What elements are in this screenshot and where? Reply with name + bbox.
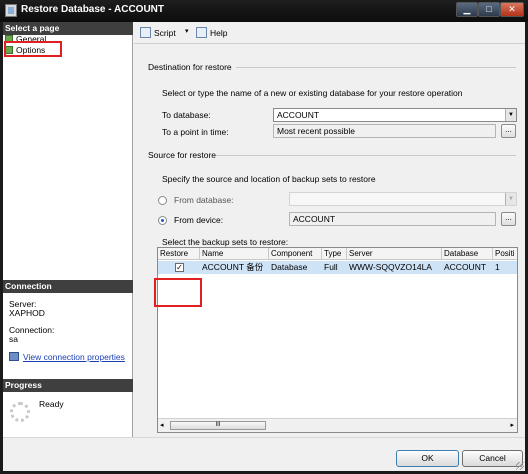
cell-component: Database: [271, 262, 308, 272]
restore-checkbox-highlight-box: [154, 278, 202, 307]
from-device-field: ACCOUNT: [289, 212, 496, 226]
database-icon: [5, 4, 17, 17]
table-row[interactable]: ✓ ACCOUNT 备份 Database Full WWW-SQQVZO14L…: [158, 261, 517, 274]
backup-sets-grid[interactable]: Restore Name Component Type Server Datab…: [157, 247, 518, 433]
column-header-component[interactable]: Component: [269, 248, 322, 260]
dropdown-arrow-icon: ▼: [505, 193, 516, 205]
left-pane: Select a page General Options Connection…: [3, 22, 133, 437]
source-group-title: Source for restore: [148, 150, 217, 160]
to-point-in-time-label: To a point in time:: [162, 127, 229, 137]
scroll-left-icon[interactable]: ◂: [160, 421, 164, 429]
dialog-client-area: Select a page General Options Connection…: [3, 22, 525, 471]
close-button[interactable]: ✕: [500, 2, 524, 17]
help-label: Help: [210, 28, 228, 38]
backup-sets-label: Select the backup sets to restore:: [162, 237, 289, 247]
help-button[interactable]: Help: [196, 27, 227, 38]
connection-value: sa: [9, 334, 18, 344]
right-pane: Script ▾ Help Destination for restore Se…: [134, 22, 525, 437]
progress-status: Ready: [39, 399, 64, 409]
progress-header: Progress: [3, 379, 133, 392]
scroll-right-icon[interactable]: ▸: [510, 421, 514, 429]
divider: [236, 67, 516, 68]
cell-type: Full: [324, 262, 338, 272]
restore-checkbox[interactable]: ✓: [175, 263, 184, 272]
resize-grip-icon[interactable]: [516, 462, 524, 470]
destination-group-title: Destination for restore: [148, 62, 232, 72]
toolbar: Script ▾ Help: [134, 22, 525, 44]
column-header-database[interactable]: Database: [442, 248, 493, 260]
cancel-button[interactable]: Cancel: [462, 450, 523, 467]
options-highlight-box: [4, 41, 62, 57]
from-device-label[interactable]: From device:: [174, 215, 223, 225]
ok-button[interactable]: OK: [396, 450, 459, 467]
to-database-label: To database:: [162, 110, 211, 120]
from-database-label[interactable]: From database:: [174, 195, 234, 205]
scroll-thumb[interactable]: III: [170, 421, 266, 430]
help-icon: [196, 27, 207, 38]
cell-server: WWW-SQQVZO14LA: [349, 262, 432, 272]
point-in-time-browse-button[interactable]: ...: [501, 124, 516, 138]
window-title: Restore Database - ACCOUNT: [21, 4, 164, 15]
cell-database: ACCOUNT: [444, 262, 487, 272]
view-connection-properties-link[interactable]: View connection properties: [23, 352, 125, 362]
to-point-in-time-field: Most recent possible: [273, 124, 496, 138]
column-header-name[interactable]: Name: [200, 248, 269, 260]
script-dropdown-icon[interactable]: ▾: [185, 27, 189, 35]
from-database-radio[interactable]: [158, 196, 167, 205]
script-button[interactable]: Script: [140, 27, 176, 38]
dialog-button-bar: OK Cancel: [3, 437, 525, 471]
horizontal-scrollbar[interactable]: ◂ III ▸: [158, 418, 517, 432]
from-database-combobox: ▼: [289, 192, 517, 206]
restore-database-window: Restore Database - ACCOUNT ▁ □ ✕ Select …: [0, 0, 528, 474]
device-browse-button[interactable]: ...: [501, 212, 516, 226]
grid-header: Restore Name Component Type Server Datab…: [158, 248, 517, 260]
maximize-button[interactable]: □: [478, 2, 500, 17]
server-value: XAPHOD: [9, 308, 45, 318]
connection-properties-icon: [9, 352, 19, 361]
to-database-value: ACCOUNT: [277, 110, 320, 120]
script-label: Script: [154, 28, 176, 38]
cell-name: ACCOUNT 备份: [202, 262, 264, 272]
to-database-combobox[interactable]: ACCOUNT ▼: [273, 108, 517, 122]
connection-header: Connection: [3, 280, 133, 293]
script-icon: [140, 27, 151, 38]
title-bar[interactable]: Restore Database - ACCOUNT ▁ □ ✕: [0, 0, 528, 22]
column-header-type[interactable]: Type: [322, 248, 347, 260]
column-header-server[interactable]: Server: [347, 248, 442, 260]
cell-position: 1: [495, 262, 500, 272]
column-header-restore[interactable]: Restore: [158, 248, 200, 260]
minimize-button[interactable]: ▁: [456, 2, 478, 17]
divider: [216, 155, 516, 156]
progress-spinner-icon: [10, 402, 30, 422]
dropdown-arrow-icon[interactable]: ▼: [505, 109, 516, 121]
view-connection-properties[interactable]: View connection properties: [9, 352, 125, 362]
from-device-radio[interactable]: [158, 216, 167, 225]
source-description: Specify the source and location of backu…: [162, 174, 376, 184]
destination-description: Select or type the name of a new or exis…: [162, 88, 463, 98]
column-header-position[interactable]: Positi: [493, 248, 517, 260]
